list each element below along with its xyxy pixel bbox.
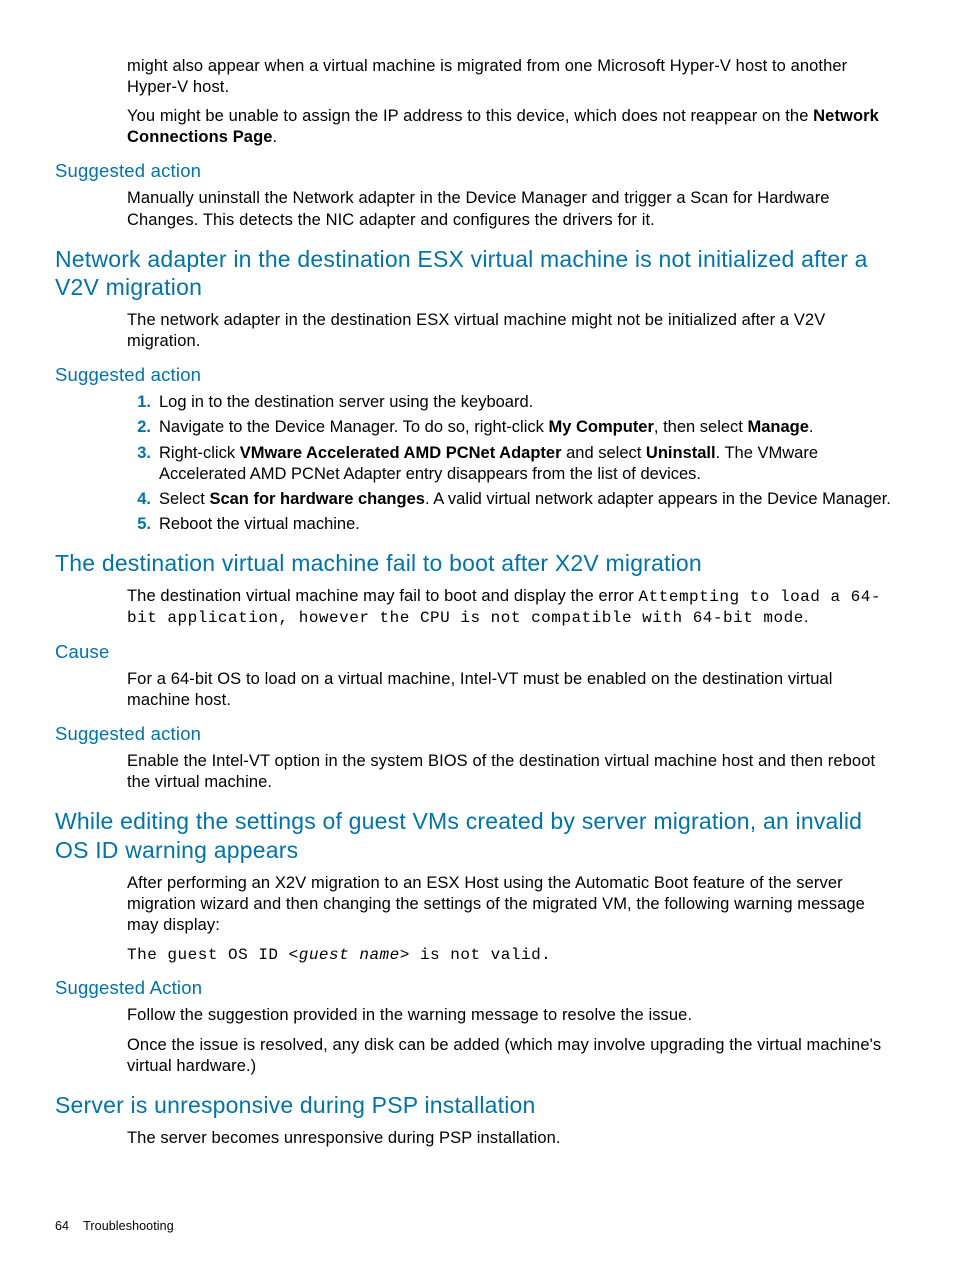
sec4-body: The server becomes unresponsive during P… bbox=[127, 1128, 899, 1149]
cause-body: For a 64-bit OS to load on a virtual mac… bbox=[127, 669, 899, 711]
sa3-body: Enable the Intel-VT option in the system… bbox=[127, 751, 899, 793]
section-heading-network-adapter: Network adapter in the destination ESX v… bbox=[55, 245, 899, 303]
intro-para-1: might also appear when a virtual machine… bbox=[127, 56, 899, 98]
sa4-p1: Follow the suggestion provided in the wa… bbox=[127, 1005, 899, 1026]
footer-title: Troubleshooting bbox=[83, 1219, 174, 1233]
sec4-body-block: The server becomes unresponsive during P… bbox=[127, 1128, 899, 1149]
page-number: 64 bbox=[55, 1219, 69, 1233]
sa2-steps: 1. Log in to the destination server usin… bbox=[55, 392, 899, 535]
section-heading-boot-fail: The destination virtual machine fail to … bbox=[55, 549, 899, 578]
step-text-bold1: Scan for hardware changes bbox=[209, 490, 425, 508]
step-text-bold1: VMware Accelerated AMD PCNet Adapter bbox=[240, 444, 562, 462]
step-text: Log in to the destination server using t… bbox=[159, 393, 533, 411]
step-text: Reboot the virtual machine. bbox=[159, 515, 360, 533]
intro-p2-tail: . bbox=[273, 128, 278, 146]
intro-para-2: You might be unable to assign the IP add… bbox=[127, 106, 899, 148]
sec1-body: The network adapter in the destination E… bbox=[127, 310, 899, 352]
step-number: 4. bbox=[125, 489, 151, 510]
sec3-code-pre: The guest OS ID bbox=[127, 946, 289, 964]
step-number: 1. bbox=[125, 392, 151, 413]
step-text-mid: , then select bbox=[654, 418, 748, 436]
sec1-body-block: The network adapter in the destination E… bbox=[127, 310, 899, 352]
suggested-action-heading-1: Suggested action bbox=[55, 160, 899, 182]
suggested-action-heading-3: Suggested action bbox=[55, 723, 899, 745]
sa3-body-block: Enable the Intel-VT option in the system… bbox=[127, 751, 899, 793]
sec3-body: After performing an X2V migration to an … bbox=[127, 873, 899, 936]
step-text-post: . A valid virtual network adapter appear… bbox=[425, 490, 891, 508]
step-number: 5. bbox=[125, 514, 151, 535]
sa2-step-1: 1. Log in to the destination server usin… bbox=[159, 392, 899, 413]
step-number: 2. bbox=[125, 417, 151, 438]
intro-p2-text: You might be unable to assign the IP add… bbox=[127, 107, 813, 125]
step-text-pre: Right-click bbox=[159, 444, 240, 462]
section-heading-psp: Server is unresponsive during PSP instal… bbox=[55, 1091, 899, 1120]
step-text-bold2: Manage bbox=[747, 418, 808, 436]
sec3-body-block: After performing an X2V migration to an … bbox=[127, 873, 899, 966]
step-text-pre: Navigate to the Device Manager. To do so… bbox=[159, 418, 548, 436]
intro-block: might also appear when a virtual machine… bbox=[127, 56, 899, 148]
step-text-bold2: Uninstall bbox=[646, 444, 716, 462]
step-text-post: . bbox=[809, 418, 814, 436]
step-number: 3. bbox=[125, 443, 151, 464]
sec2-body-pre: The destination virtual machine may fail… bbox=[127, 587, 639, 605]
page: might also appear when a virtual machine… bbox=[0, 0, 954, 1271]
sa2-step-2: 2. Navigate to the Device Manager. To do… bbox=[159, 417, 899, 438]
sa1-body-block: Manually uninstall the Network adapter i… bbox=[127, 188, 899, 230]
cause-heading: Cause bbox=[55, 641, 899, 663]
section-heading-invalid-os: While editing the settings of guest VMs … bbox=[55, 807, 899, 865]
sec3-code: The guest OS ID <guest name> is not vali… bbox=[127, 944, 899, 965]
step-text-mid: and select bbox=[562, 444, 646, 462]
step-text-bold1: My Computer bbox=[548, 418, 653, 436]
suggested-action-heading-4: Suggested Action bbox=[55, 977, 899, 999]
sec2-body-post: . bbox=[804, 608, 809, 626]
sa2-step-3: 3. Right-click VMware Accelerated AMD PC… bbox=[159, 443, 899, 485]
cause-body-block: For a 64-bit OS to load on a virtual mac… bbox=[127, 669, 899, 711]
sa1-body: Manually uninstall the Network adapter i… bbox=[127, 188, 899, 230]
sa2-step-5: 5. Reboot the virtual machine. bbox=[159, 514, 899, 535]
sa4-p2: Once the issue is resolved, any disk can… bbox=[127, 1035, 899, 1077]
suggested-action-heading-2: Suggested action bbox=[55, 364, 899, 386]
sec2-body-block: The destination virtual machine may fail… bbox=[127, 586, 899, 629]
sa2-step-4: 4. Select Scan for hardware changes. A v… bbox=[159, 489, 899, 510]
sec3-code-var: <guest name> bbox=[289, 946, 410, 964]
sa4-body-block: Follow the suggestion provided in the wa… bbox=[127, 1005, 899, 1076]
sec3-code-post: is not valid. bbox=[410, 946, 551, 964]
sec2-body: The destination virtual machine may fail… bbox=[127, 586, 899, 629]
page-footer: 64 Troubleshooting bbox=[55, 1219, 174, 1233]
step-text-pre: Select bbox=[159, 490, 209, 508]
